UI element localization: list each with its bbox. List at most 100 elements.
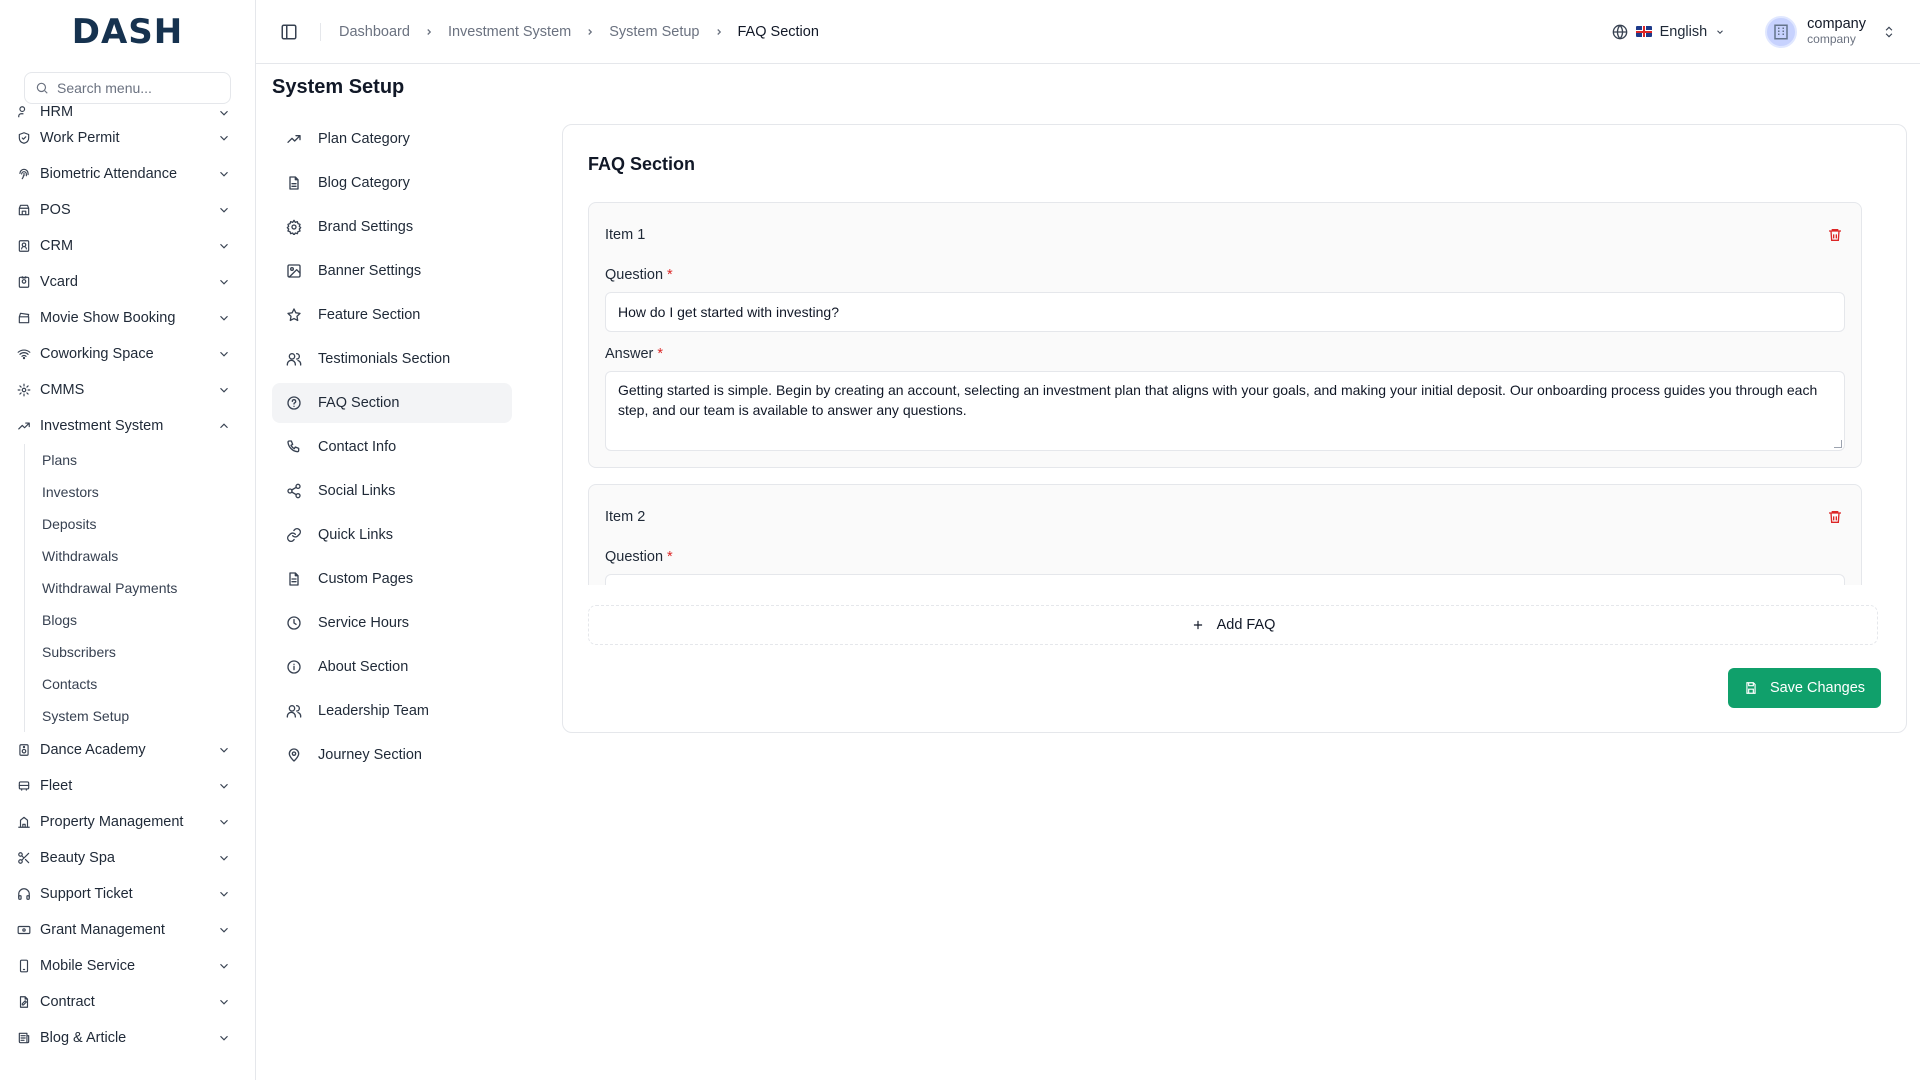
plus-icon (1193, 620, 1202, 630)
sidebar-item-label: HRM (40, 104, 74, 120)
sidebar-item-crm[interactable]: CRM (0, 228, 255, 264)
brand-logo[interactable]: DASH (0, 0, 255, 64)
sidebar-item-beauty-spa[interactable]: Beauty Spa (0, 840, 255, 876)
sidebar-item-vcard[interactable]: Vcard (0, 264, 255, 300)
sidebar-item-cmms[interactable]: CMMS (0, 372, 255, 408)
settings-nav-custom-pages[interactable]: Custom Pages (272, 559, 512, 599)
sidebar-item-movie-show-booking[interactable]: Movie Show Booking (0, 300, 255, 336)
trash-icon[interactable] (1827, 227, 1843, 243)
chevron-down-icon (220, 171, 228, 177)
sidebar-item-blog-and-article[interactable]: Blog & Article (0, 1020, 255, 1056)
settings-icon (286, 219, 302, 235)
save-changes-button[interactable]: Save Changes (1728, 668, 1881, 708)
settings-nav-service-hours[interactable]: Service Hours (272, 603, 512, 643)
faq-section-title: FAQ Section (588, 154, 696, 174)
settings-nav-testimonials-section[interactable]: Testimonials Section (272, 339, 512, 379)
settings-nav: Plan Category Blog Category Brand Settings… (272, 119, 512, 779)
breadcrumb-investment-system[interactable]: Investment System (448, 24, 571, 40)
settings-nav-contact-info[interactable]: Contact Info (272, 427, 512, 467)
file-icon (289, 572, 299, 586)
trending-up-icon (18, 422, 30, 430)
sidebar-item-coworking-space[interactable]: Coworking Space (0, 336, 255, 372)
chevron-down-icon (220, 963, 228, 969)
sidebar-menu: HRM Work Permit Biometric Attendance POS CR… (0, 104, 255, 1080)
sidebar-item-support-ticket[interactable]: Support Ticket (0, 876, 255, 912)
uk-flag-icon (1635, 26, 1652, 37)
breadcrumb-system-setup[interactable]: System Setup (609, 24, 699, 40)
user-name: company (1807, 15, 1866, 32)
sidebar-item-mobile-service[interactable]: Mobile Service (0, 948, 255, 984)
add-faq-button[interactable]: Add FAQ (588, 605, 1878, 645)
settings-nav-journey-section[interactable]: Journey Section (272, 735, 512, 775)
submenu-item-withdrawals[interactable]: Withdrawals (25, 540, 255, 572)
top-right-controls: English company company (1612, 15, 1896, 48)
submenu-item-subscribers[interactable]: Subscribers (25, 636, 255, 668)
settings-nav-plan-category[interactable]: Plan Category (272, 119, 512, 159)
page-title: System Setup (272, 76, 405, 98)
settings-nav-blog-category[interactable]: Blog Category (272, 163, 512, 203)
settings-nav-label: Plan Category (318, 131, 410, 147)
settings-nav-faq-section[interactable]: FAQ Section (272, 383, 512, 423)
search-icon (36, 82, 48, 94)
settings-nav-social-links[interactable]: Social Links (272, 471, 512, 511)
wifi-icon (17, 349, 31, 360)
faq-list[interactable]: Item 1 Question * How do I get started wi… (588, 202, 1862, 585)
sidebar-toggle-icon[interactable] (280, 23, 298, 41)
language-selector[interactable]: English (1612, 24, 1726, 40)
save-changes-label: Save Changes (1769, 680, 1866, 696)
sidebar-item-property-management[interactable]: Property Management (0, 804, 255, 840)
faq-item: Item 1 Question * How do I get started wi… (588, 202, 1862, 468)
chevron-down-icon (220, 1035, 228, 1041)
user-menu[interactable]: company company (1765, 15, 1896, 48)
sidebar-item-label: Mobile Service (40, 958, 136, 974)
resize-handle[interactable] (1834, 440, 1842, 448)
chevron-down-icon (1717, 29, 1724, 34)
shield-check-icon (18, 132, 30, 144)
smartphone-icon (19, 959, 29, 973)
submenu-item-contacts[interactable]: Contacts (25, 668, 255, 700)
clapperboard-icon (18, 312, 30, 324)
settings-nav-label: Social Links (318, 483, 396, 499)
sidebar-item-work-permit[interactable]: Work Permit (0, 120, 255, 156)
settings-nav-about-section[interactable]: About Section (272, 647, 512, 687)
submenu-item-investors[interactable]: Investors (25, 476, 255, 508)
sidebar-item-fleet[interactable]: Fleet (0, 768, 255, 804)
sidebar: DASH Search menu... HRM Work Permit Biome… (0, 0, 256, 1080)
sidebar-item-contract[interactable]: Contract (0, 984, 255, 1020)
breadcrumb-dashboard[interactable]: Dashboard (339, 24, 410, 40)
users-icon (16, 104, 32, 120)
sidebar-item-dance-academy[interactable]: Dance Academy (0, 732, 255, 768)
faq-item-label: Item 1 (605, 227, 646, 243)
sidebar-item-grant-management[interactable]: Grant Management (0, 912, 255, 948)
star-icon (287, 308, 301, 322)
settings-nav-label: Testimonials Section (318, 351, 451, 367)
help-circle-icon (287, 396, 301, 410)
settings-nav-brand-settings[interactable]: Brand Settings (272, 207, 512, 247)
submenu-item-deposits[interactable]: Deposits (25, 508, 255, 540)
search-menu-input[interactable]: Search menu... (24, 72, 231, 104)
settings-nav-quick-links[interactable]: Quick Links (272, 515, 512, 555)
users-icon (286, 353, 302, 366)
cog-icon (17, 383, 31, 397)
submenu-item-blogs[interactable]: Blogs (25, 604, 255, 636)
submenu-item-plans[interactable]: Plans (25, 444, 255, 476)
submenu-item-system-setup[interactable]: System Setup (25, 700, 255, 732)
question-input[interactable]: How do I get started with investing? (605, 292, 1845, 332)
trash-icon[interactable] (1827, 509, 1843, 525)
sidebar-item-pos[interactable]: POS (0, 192, 255, 228)
breadcrumb: Dashboard Investment System System Setup… (339, 24, 819, 40)
question-input[interactable] (605, 574, 1845, 585)
settings-nav-feature-section[interactable]: Feature Section (272, 295, 512, 335)
file-text-icon (289, 176, 299, 190)
settings-nav-leadership-team[interactable]: Leadership Team (272, 691, 512, 731)
sidebar-item-label: Investment System (40, 418, 164, 434)
submenu-item-withdrawal-payments[interactable]: Withdrawal Payments (25, 572, 255, 604)
sidebar-item-biometric-attendance[interactable]: Biometric Attendance (0, 156, 255, 192)
chevron-down-icon (220, 783, 228, 789)
answer-textarea[interactable]: Getting started is simple. Begin by crea… (605, 371, 1845, 451)
clock-icon (287, 616, 301, 630)
settings-nav-banner-settings[interactable]: Banner Settings (272, 251, 512, 291)
sidebar-item-investment-system[interactable]: Investment System (0, 408, 255, 444)
store-icon (18, 204, 30, 216)
sidebar-item-hrm[interactable]: HRM (0, 104, 255, 120)
